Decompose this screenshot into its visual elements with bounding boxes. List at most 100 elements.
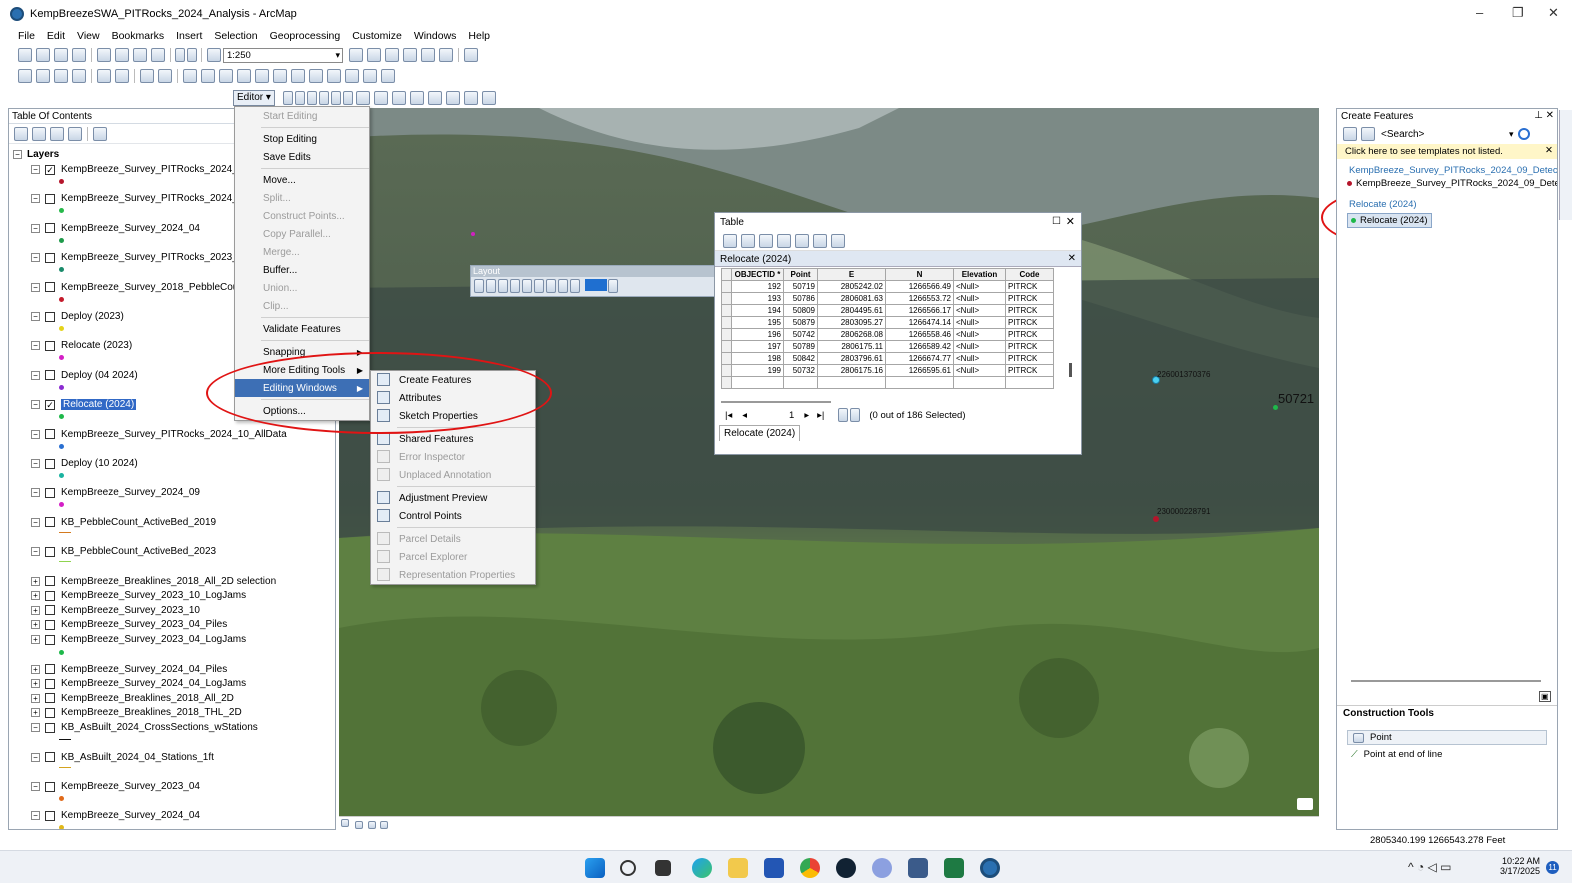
expand-toggle[interactable]: −: [31, 752, 40, 762]
related-tables-icon[interactable]: [741, 233, 755, 248]
pin-icon[interactable]: ⊥: [1534, 110, 1543, 121]
editing-windows-item-control-points[interactable]: Control Points: [371, 507, 535, 525]
app-icon[interactable]: [836, 858, 856, 878]
table-tab-close-icon[interactable]: ✕: [1068, 253, 1076, 264]
row-selector[interactable]: [721, 340, 732, 353]
visibility-checkbox[interactable]: [45, 429, 55, 440]
table-cell[interactable]: 195: [731, 316, 784, 329]
table-cell[interactable]: <Null>: [953, 328, 1006, 341]
zoom-out-icon[interactable]: [36, 69, 50, 83]
previous-record-button[interactable]: ◂: [742, 410, 747, 421]
toc-layer[interactable]: − KempBreeze_Survey_PITRocks_2024_09_A: [31, 193, 261, 204]
data-view-icon[interactable]: [341, 819, 349, 827]
endpoint-arc-icon[interactable]: [318, 90, 329, 105]
menu-geoprocessing[interactable]: Geoprocessing: [270, 30, 341, 42]
cut-icon[interactable]: [97, 48, 111, 62]
expand-toggle[interactable]: −: [31, 341, 40, 351]
panel-close-icon[interactable]: ✕: [1546, 110, 1554, 121]
editing-windows-item-adjustment-preview[interactable]: Adjustment Preview: [371, 489, 535, 507]
table-cell[interactable]: 2806175.16: [817, 364, 886, 377]
table-cell[interactable]: PITRCK: [1005, 340, 1054, 353]
map-scale-combo[interactable]: 1:250: [223, 47, 343, 63]
toggle-draft-mode-icon[interactable]: [608, 279, 618, 293]
layer-name[interactable]: KempBreeze_Survey_2024_04_LogJams: [61, 678, 246, 689]
horizontal-scrollbar[interactable]: [721, 397, 831, 403]
search-icon[interactable]: [620, 860, 636, 876]
layer-name[interactable]: KempBreeze_Breaklines_2018_All_2D select…: [61, 576, 276, 587]
toc-layer[interactable]: − Deploy (2023): [31, 311, 124, 322]
table-row[interactable]: 194 50809 2804495.61 1266566.17 <Null> PITRCK: [721, 304, 1054, 317]
expand-toggle[interactable]: −: [31, 253, 40, 263]
table-scrollbar-thumb[interactable]: [1069, 363, 1072, 377]
add-data-icon[interactable]: [207, 48, 221, 62]
editing-windows-item-parcel-explorer[interactable]: Parcel Explorer: [371, 548, 535, 566]
menu-help[interactable]: Help: [468, 30, 490, 42]
store-icon[interactable]: [764, 858, 784, 878]
visibility-checkbox[interactable]: [45, 282, 55, 293]
zoom-to-selected-icon[interactable]: [813, 233, 827, 248]
layer-name[interactable]: KempBreeze_Survey_2023_04: [61, 781, 200, 792]
start-icon[interactable]: [585, 858, 605, 878]
table-cell[interactable]: 1266566.49: [885, 280, 954, 293]
layer-name[interactable]: KB_PebbleCount_ActiveBed_2023: [61, 546, 216, 557]
next-record-button[interactable]: ▸: [804, 410, 809, 421]
layer-name[interactable]: KempBreeze_Survey_2018_PebbleCounts: [61, 282, 252, 293]
copy-icon[interactable]: [115, 48, 129, 62]
editor-menu-item-move[interactable]: Move...: [235, 171, 369, 189]
visibility-checkbox[interactable]: [45, 722, 55, 733]
task-view-icon[interactable]: [655, 860, 671, 876]
zoom-100-icon[interactable]: [522, 279, 532, 293]
table-cell[interactable]: 2803796.61: [817, 352, 886, 365]
table-row[interactable]: 197 50789 2806175.11 1266589.42 <Null> PITRCK: [721, 340, 1054, 353]
find-route-icon[interactable]: [327, 69, 341, 83]
identify-icon[interactable]: [237, 69, 251, 83]
toc-layer[interactable]: − Deploy (04 2024): [31, 370, 138, 381]
toc-layer[interactable]: + KempBreeze_Survey_2023_10: [31, 605, 200, 616]
table-cell[interactable]: <Null>: [953, 292, 1006, 305]
expand-toggle[interactable]: −: [31, 400, 40, 410]
row-selector[interactable]: [721, 364, 732, 377]
toc-layer[interactable]: + KempBreeze_Survey_2024_04_LogJams: [31, 678, 246, 689]
expand-toggle[interactable]: +: [31, 664, 40, 674]
layer-name[interactable]: KB_PebbleCount_ActiveBed_2019: [61, 517, 216, 528]
table-cell[interactable]: 197: [731, 340, 784, 353]
expand-toggle[interactable]: −: [31, 194, 40, 204]
zoom-in-icon[interactable]: [18, 69, 32, 83]
table-cell[interactable]: 1266558.46: [885, 328, 954, 341]
toc-layer[interactable]: + KempBreeze_Survey_2024_04_Piles: [31, 664, 227, 675]
expand-toggle[interactable]: +: [31, 591, 40, 601]
visibility-checkbox[interactable]: [45, 664, 55, 675]
editor-menu-item-start-editing[interactable]: Start Editing: [235, 107, 369, 125]
chrome-icon[interactable]: [800, 858, 820, 878]
expand-toggle[interactable]: +: [31, 635, 40, 644]
fixed-zoom-in-layout-icon[interactable]: [534, 279, 544, 293]
delete-selected-icon[interactable]: [831, 233, 845, 248]
edit-tool-icon[interactable]: [282, 90, 293, 105]
layer-name[interactable]: KempBreeze_Survey_2023_04_Piles: [61, 619, 227, 630]
toc-layer[interactable]: + KempBreeze_Survey_2023_10_LogJams: [31, 590, 246, 601]
table-cell[interactable]: PITRCK: [1005, 352, 1054, 365]
table-cell[interactable]: 1266595.61: [885, 364, 954, 377]
table-cell[interactable]: 1266589.42: [885, 340, 954, 353]
toc-layer[interactable]: − ✓ Relocate (2024): [31, 399, 137, 411]
toc-layer[interactable]: − KempBreeze_Survey_2024_04: [31, 223, 200, 234]
editor-menu-item-stop-editing[interactable]: Stop Editing: [235, 130, 369, 148]
search-icon[interactable]: [1517, 128, 1530, 140]
table-cell[interactable]: <Null>: [953, 316, 1006, 329]
time-slider-icon[interactable]: [363, 69, 377, 83]
editor-menu-item-save-edits[interactable]: Save Edits: [235, 148, 369, 166]
toc-layer[interactable]: − KB_AsBuilt_2024_CrossSections_wStations: [31, 722, 258, 733]
python-window-icon[interactable]: [439, 48, 453, 62]
show-selected-records-icon[interactable]: [850, 408, 861, 422]
table-of-contents-icon[interactable]: [367, 48, 381, 62]
point-tool-icon[interactable]: [342, 90, 353, 105]
expand-toggle[interactable]: −: [31, 547, 40, 557]
row-selector[interactable]: [721, 304, 732, 317]
toc-layer[interactable]: − KempBreeze_Survey_2024_09: [31, 487, 200, 498]
visibility-checkbox[interactable]: [45, 590, 55, 601]
editor-menu-item-construct-points[interactable]: Construct Points...: [235, 207, 369, 225]
layer-name[interactable]: KB_AsBuilt_2024_CrossSections_wStations: [61, 722, 258, 733]
table-cell[interactable]: 192: [731, 280, 784, 293]
table-cell[interactable]: 1266566.17: [885, 304, 954, 317]
expand-toggle[interactable]: −: [13, 150, 22, 159]
